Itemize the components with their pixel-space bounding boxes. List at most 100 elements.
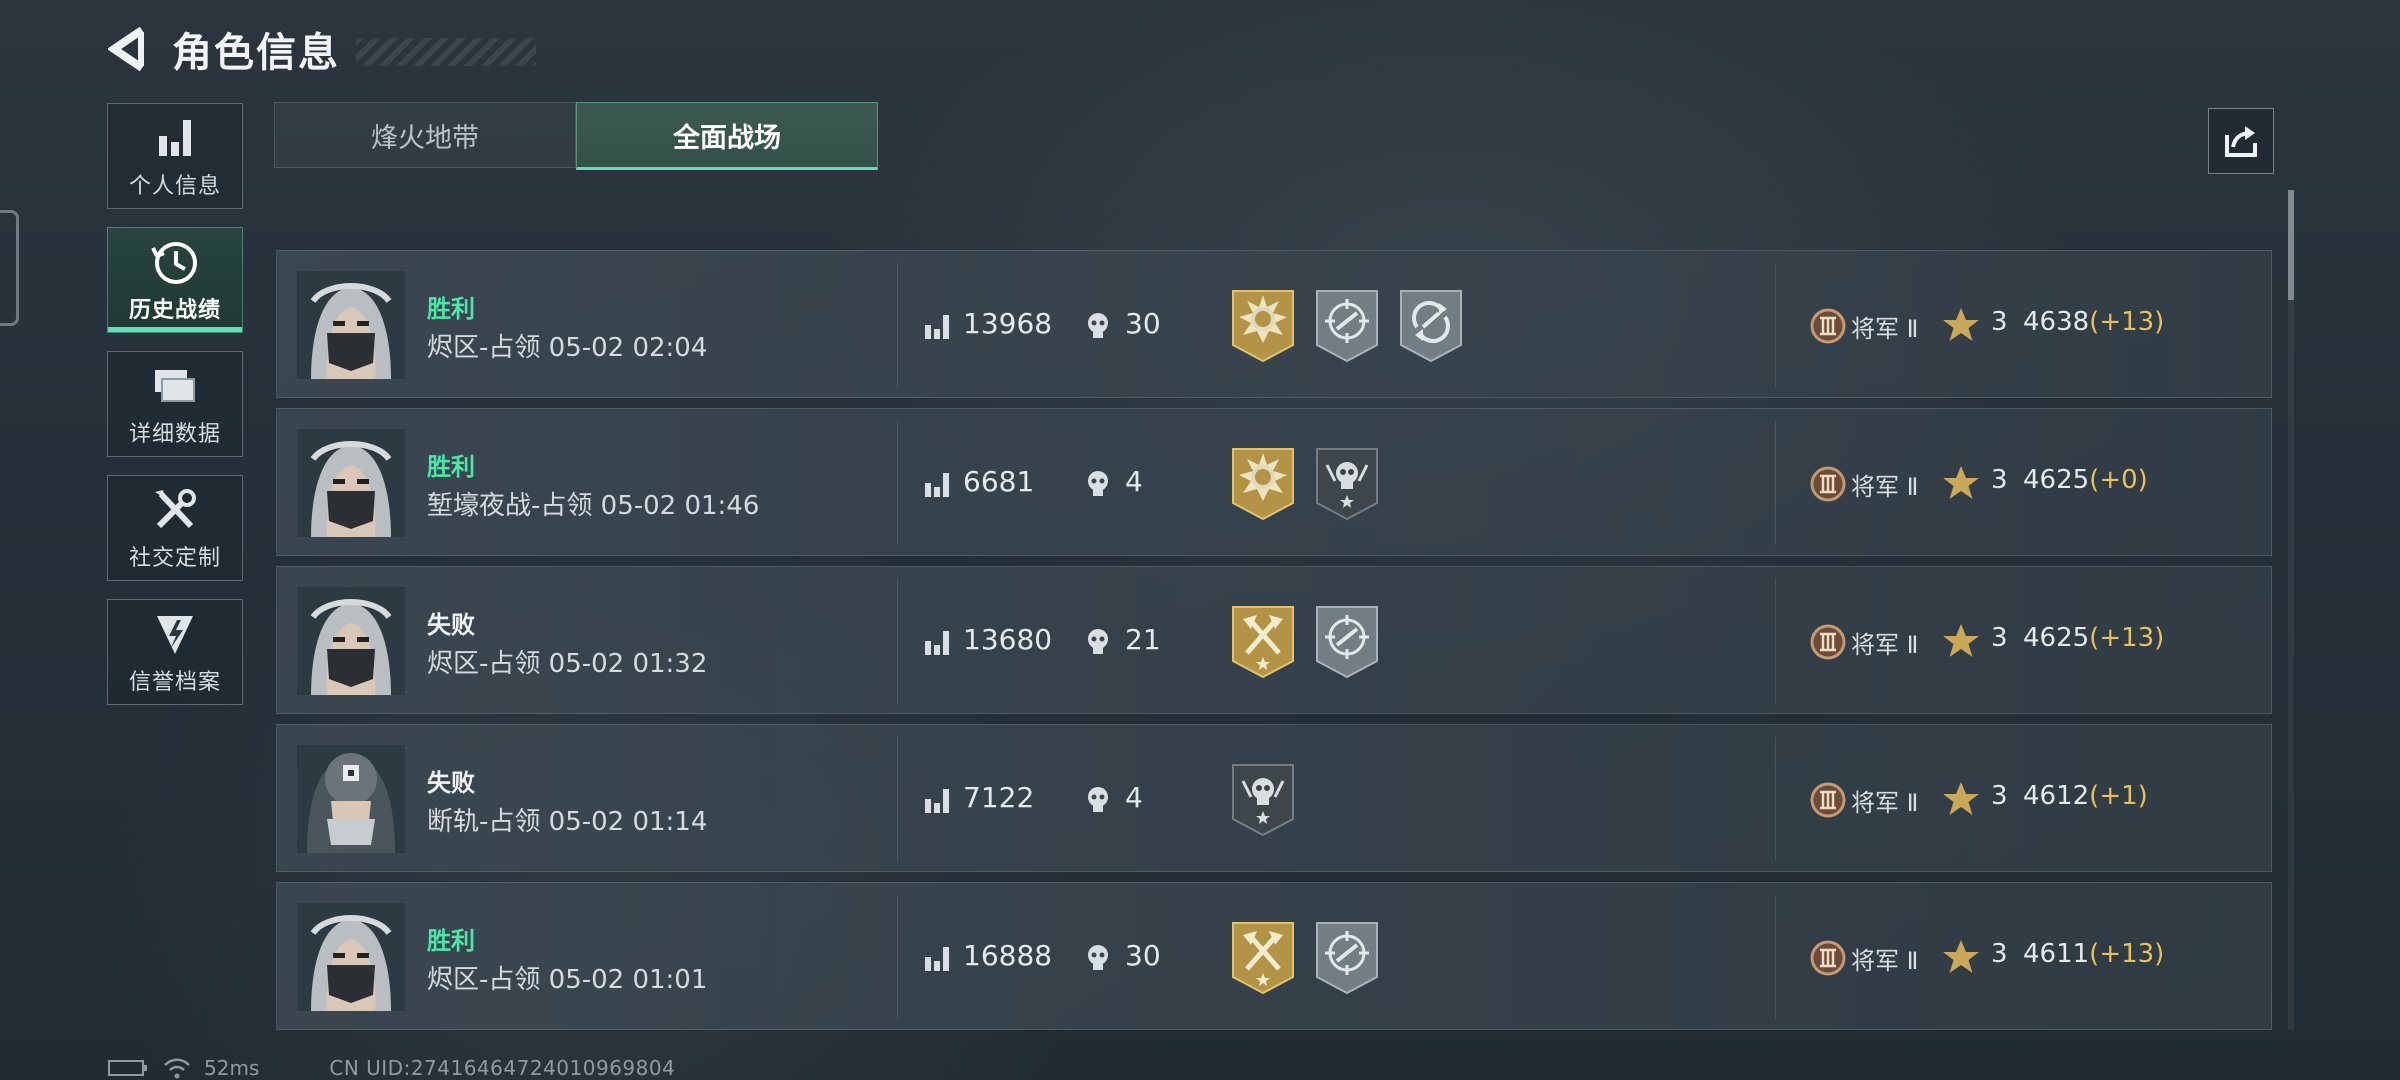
mode-tabs: 烽火地带 全面战场 (274, 102, 878, 170)
rank-name: 将军 Ⅱ (1851, 631, 1919, 659)
row-divider (897, 579, 898, 703)
silver-crosshair-medal-icon[interactable] (1313, 919, 1381, 995)
title-decoration (356, 38, 536, 66)
tools-icon (155, 489, 196, 529)
wifi-icon (164, 1058, 190, 1079)
row-divider (1775, 895, 1776, 1019)
sidebar-item-label: 社交定制 (128, 546, 221, 571)
skull-icon (1088, 313, 1108, 338)
rank-stars: 3 (1991, 307, 2008, 337)
star-icon (1943, 308, 1979, 341)
row-divider (897, 421, 898, 545)
points-delta: (+13) (2089, 623, 2165, 653)
sidebar-item-match-history[interactable]: 历史战绩 (107, 227, 243, 333)
share-icon (2225, 126, 2257, 157)
star-icon (1943, 466, 1979, 499)
gold-axes-medal-icon[interactable] (1229, 603, 1297, 679)
match-result: 胜利 (427, 927, 475, 955)
match-kills: 4 (1125, 465, 1143, 498)
rank-name: 将军 Ⅱ (1851, 473, 1919, 501)
share-button[interactable] (2208, 108, 2274, 174)
reputation-shield-icon (157, 616, 193, 654)
star-icon (1943, 940, 1979, 973)
rank-badge-icon (1810, 466, 1846, 502)
match-history-list[interactable]: 胜利 烬区-占领 05-02 02:04 13968 30 将军 Ⅱ 3 463… (276, 250, 2274, 1030)
dark-skull-medal-icon[interactable] (1313, 445, 1381, 521)
rank-stars: 3 (1991, 623, 2008, 653)
match-kills: 21 (1125, 623, 1161, 656)
silver-crosshair-medal-icon[interactable] (1313, 287, 1381, 363)
match-result: 失败 (427, 611, 475, 639)
back-arrow-icon (108, 26, 145, 72)
rank-name: 将军 Ⅱ (1851, 315, 1919, 343)
list-scrollbar[interactable] (2288, 190, 2294, 1030)
row-divider (897, 737, 898, 861)
sidebar-item-social-custom[interactable]: 社交定制 (107, 475, 243, 581)
page-header: 角色信息 (108, 24, 536, 76)
rank-badge-icon (1810, 782, 1846, 818)
row-divider (1775, 737, 1776, 861)
tab-firezone[interactable]: 烽火地带 (274, 102, 576, 168)
sidebar-item-personal-info[interactable]: 个人信息 (107, 103, 243, 209)
points-value: 4625 (2023, 465, 2090, 495)
match-result: 胜利 (427, 453, 475, 481)
match-row[interactable]: 胜利 堑壕夜战-占领 05-02 01:46 6681 4 将军 Ⅱ 3 462… (276, 408, 2272, 556)
match-row[interactable]: 胜利 烬区-占领 05-02 02:04 13968 30 将军 Ⅱ 3 463… (276, 250, 2272, 398)
points-value: 4612 (2023, 781, 2090, 811)
score-bar-icon (925, 631, 949, 655)
rank-stars: 3 (1991, 781, 2008, 811)
match-map-time: 烬区-占领 05-02 01:32 (427, 649, 708, 679)
gold-sunburst-medal-icon[interactable] (1229, 287, 1297, 363)
match-row[interactable]: 胜利 烬区-占领 05-02 01:01 16888 30 将军 Ⅱ 3 461… (276, 882, 2272, 1030)
match-result: 胜利 (427, 295, 475, 323)
medal-list (1229, 287, 1481, 363)
star-icon (1943, 624, 1979, 657)
rank-points: 4611(+13) (2023, 939, 2164, 969)
medal-list (1229, 919, 1397, 995)
score-bar-icon (925, 947, 949, 971)
back-button[interactable] (108, 24, 152, 74)
rank-points: 4625(+0) (2023, 465, 2148, 495)
player-avatar (297, 587, 405, 695)
points-delta: (+13) (2089, 307, 2165, 337)
history-clock-icon (151, 242, 197, 284)
rank-stars: 3 (1991, 939, 2008, 969)
sidebar-item-label: 历史战绩 (128, 298, 221, 323)
gold-axes-medal-icon[interactable] (1229, 919, 1297, 995)
sidebar-item-label: 信誉档案 (128, 670, 221, 695)
medal-list (1229, 761, 1313, 837)
silver-recycle-medal-icon[interactable] (1397, 287, 1465, 363)
gold-sunburst-medal-icon[interactable] (1229, 445, 1297, 521)
row-divider (897, 895, 898, 1019)
player-avatar (297, 429, 405, 537)
sidebar-item-label: 个人信息 (128, 174, 221, 199)
tab-all-out-warfare[interactable]: 全面战场 (576, 102, 878, 170)
match-map-time: 烬区-占领 05-02 01:01 (427, 965, 708, 995)
skull-icon (1088, 787, 1108, 812)
score-bar-icon (925, 315, 949, 339)
stacked-cards-icon (155, 370, 195, 402)
match-row[interactable]: 失败 烬区-占领 05-02 01:32 13680 21 将军 Ⅱ 3 462… (276, 566, 2272, 714)
match-score: 13680 (963, 623, 1053, 656)
medal-list (1229, 445, 1397, 521)
match-row[interactable]: 失败 断轨-占领 05-02 01:14 7122 4 将军 Ⅱ 3 4612(… (276, 724, 2272, 872)
rank-badge-icon (1810, 308, 1846, 344)
dark-skull-medal-icon[interactable] (1229, 761, 1297, 837)
rank-badge-icon (1810, 624, 1846, 660)
scroll-thumb[interactable] (2288, 190, 2294, 300)
rank-points: 4638(+13) (2023, 307, 2164, 337)
row-divider (1775, 263, 1776, 387)
match-kills: 4 (1125, 781, 1143, 814)
row-divider (897, 263, 898, 387)
sidebar-item-detailed-data[interactable]: 详细数据 (107, 351, 243, 457)
row-divider (1775, 421, 1776, 545)
score-bar-icon (925, 473, 949, 497)
bar-chart-icon (159, 120, 191, 156)
sidebar-item-reputation[interactable]: 信誉档案 (107, 599, 243, 705)
silver-crosshair-medal-icon[interactable] (1313, 603, 1381, 679)
skull-icon (1088, 945, 1108, 970)
match-kills: 30 (1125, 307, 1161, 340)
side-drawer-handle[interactable] (0, 210, 19, 326)
match-score: 7122 (963, 781, 1035, 814)
medal-list (1229, 603, 1397, 679)
